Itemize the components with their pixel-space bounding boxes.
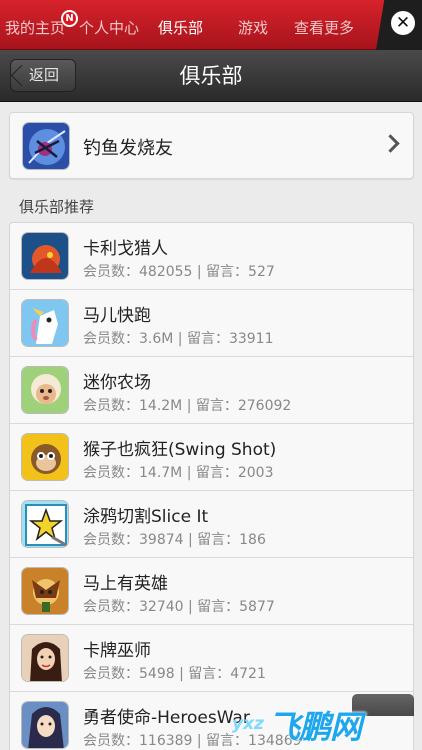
tab-my-home[interactable]: 我的主页 [5,17,65,39]
club-list-item[interactable]: 卡利戈猎人 会员数：482055 | 留言：527 [10,223,413,290]
club-list-item[interactable]: 马上有英雄 会员数：32740 | 留言：5877 [10,558,413,625]
watermark-logo-text: 飞鹏网 [268,708,362,746]
fishing-app-icon [22,122,70,170]
sheep-game-icon [21,366,69,414]
club-list-item[interactable]: 马儿快跑 会员数：3.6M | 留言：33911 [10,290,413,357]
club-name: 卡利戈猎人 [83,239,168,259]
club-list-item[interactable]: 迷你农场 会员数：14.2M | 留言：276092 [10,357,413,424]
floating-button [352,694,414,716]
club-stats: 会员数：32740 | 留言：5877 [83,599,275,615]
club-stats: 会员数：482055 | 留言：527 [83,264,275,280]
club-list-item[interactable]: 猴子也疯狂(Swing Shot) 会员数：14.7M | 留言：2003 [10,424,413,491]
chevron-right-icon [381,134,400,153]
club-name: 马上有英雄 [83,574,168,594]
dragon-game-icon [21,232,69,280]
featured-club-name: 钓鱼发烧友 [83,138,173,159]
club-stats: 会员数：14.2M | 留言：276092 [83,398,292,414]
club-name: 卡牌巫师 [83,641,151,661]
tab-view-more[interactable]: 查看更多 [294,17,354,39]
close-icon[interactable]: ✕ [391,11,415,35]
tab-personal-center[interactable]: 个人中心 [79,17,139,39]
club-name: 涂鸦切割Slice It [83,507,209,527]
club-stats: 会员数：3.6M | 留言：33911 [83,331,274,347]
wizard-girl-game-icon [21,634,69,682]
tab-club[interactable]: 俱乐部 [158,17,203,39]
club-name: 迷你农场 [83,373,151,393]
club-list: 卡利戈猎人 会员数：482055 | 留言：527 马儿快跑 会员数：3.6M … [9,222,414,750]
club-name: 勇者使命-HeroesWar [83,708,250,728]
watermark-small-text: yxz [232,714,264,734]
club-list-item[interactable]: 卡牌巫师 会员数：5498 | 留言：4721 [10,625,413,692]
section-title: 俱乐部推荐 [19,198,95,216]
star-game-icon [21,500,69,548]
site-watermark: yxz 飞鹏网 [232,694,422,750]
page-title: 俱乐部 [179,64,243,88]
club-list-item[interactable]: 涂鸦切割Slice It 会员数：39874 | 留言：186 [10,491,413,558]
featured-club-card[interactable]: 钓鱼发烧友 [9,112,414,179]
tab-games[interactable]: 游戏 [238,17,268,39]
notification-badge: N [61,10,78,27]
top-tab-bar: 我的主页 N 个人中心 俱乐部 游戏 查看更多 ✕ [0,0,422,50]
club-stats: 会员数：39874 | 留言：186 [83,532,266,548]
warrior-game-icon [21,567,69,615]
unicorn-game-icon [21,299,69,347]
club-name: 马儿快跑 [83,306,151,326]
monkey-game-icon [21,433,69,481]
club-stats: 会员数：5498 | 留言：4721 [83,666,266,682]
heroine-game-icon [21,701,69,749]
club-stats: 会员数：14.7M | 留言：2003 [83,465,274,481]
club-name: 猴子也疯狂(Swing Shot) [83,440,277,460]
navigation-bar: 返回 俱乐部 [0,50,422,102]
